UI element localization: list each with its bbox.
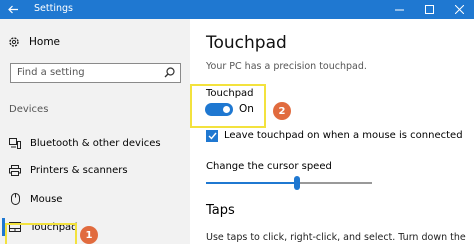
taps-heading: Taps [206,203,235,218]
page-title: Touchpad [206,33,287,53]
back-button[interactable] [0,0,26,19]
home-label: Home [29,36,61,48]
sidebar-item-label: Bluetooth & other devices [30,137,161,149]
main-content: Touchpad Your PC has a precision touchpa… [190,19,474,244]
slider-thumb[interactable] [294,176,301,190]
toggle-knob [223,106,230,113]
touchpad-toggle[interactable] [205,103,233,116]
minimize-button[interactable] [384,0,414,19]
checkmark-icon [208,132,217,140]
maximize-icon [424,5,434,14]
window-controls [384,0,474,19]
touchpad-toggle-label: Touchpad [206,88,254,99]
back-arrow-icon [7,5,18,14]
sidebar-item-label: Printers & scanners [30,164,128,176]
sidebar: Home Find a setting Devices Bluetooth & … [0,19,190,244]
step-badge-1: 1 [80,226,98,244]
window-title: Settings [34,3,73,14]
step-badge-2: 2 [273,102,291,120]
sidebar-item-mouse[interactable]: Mouse [0,188,190,210]
sidebar-item-printers[interactable]: Printers & scanners [0,159,190,181]
close-icon [454,5,464,14]
section-label-devices: Devices [9,104,49,115]
search-box[interactable]: Find a setting [10,63,181,83]
printer-icon [9,164,21,176]
page-subtitle: Your PC has a precision touchpad. [206,61,367,72]
sidebar-item-home[interactable]: Home [8,36,60,48]
bluetooth-devices-icon [9,137,21,149]
minimize-icon [394,9,404,11]
title-bar: Settings [0,0,474,19]
leave-on-label: Leave touchpad on when a mouse is connec… [224,130,463,141]
close-button[interactable] [444,0,474,19]
cursor-speed-slider[interactable] [206,182,372,184]
sidebar-item-bluetooth[interactable]: Bluetooth & other devices [0,132,190,154]
slider-fill [206,182,298,184]
gear-icon [9,37,19,47]
highlight-box-touchpad [5,223,77,244]
search-icon[interactable] [164,67,175,78]
cursor-speed-label: Change the cursor speed [206,161,332,172]
toggle-state-text: On [239,103,254,115]
mouse-icon [10,193,20,205]
sidebar-item-label: Mouse [30,193,63,205]
maximize-button[interactable] [414,0,444,19]
taps-description: Use taps to click, right-click, and sele… [206,232,466,243]
search-input[interactable]: Find a setting [17,67,85,78]
leave-on-checkbox[interactable] [206,130,218,142]
